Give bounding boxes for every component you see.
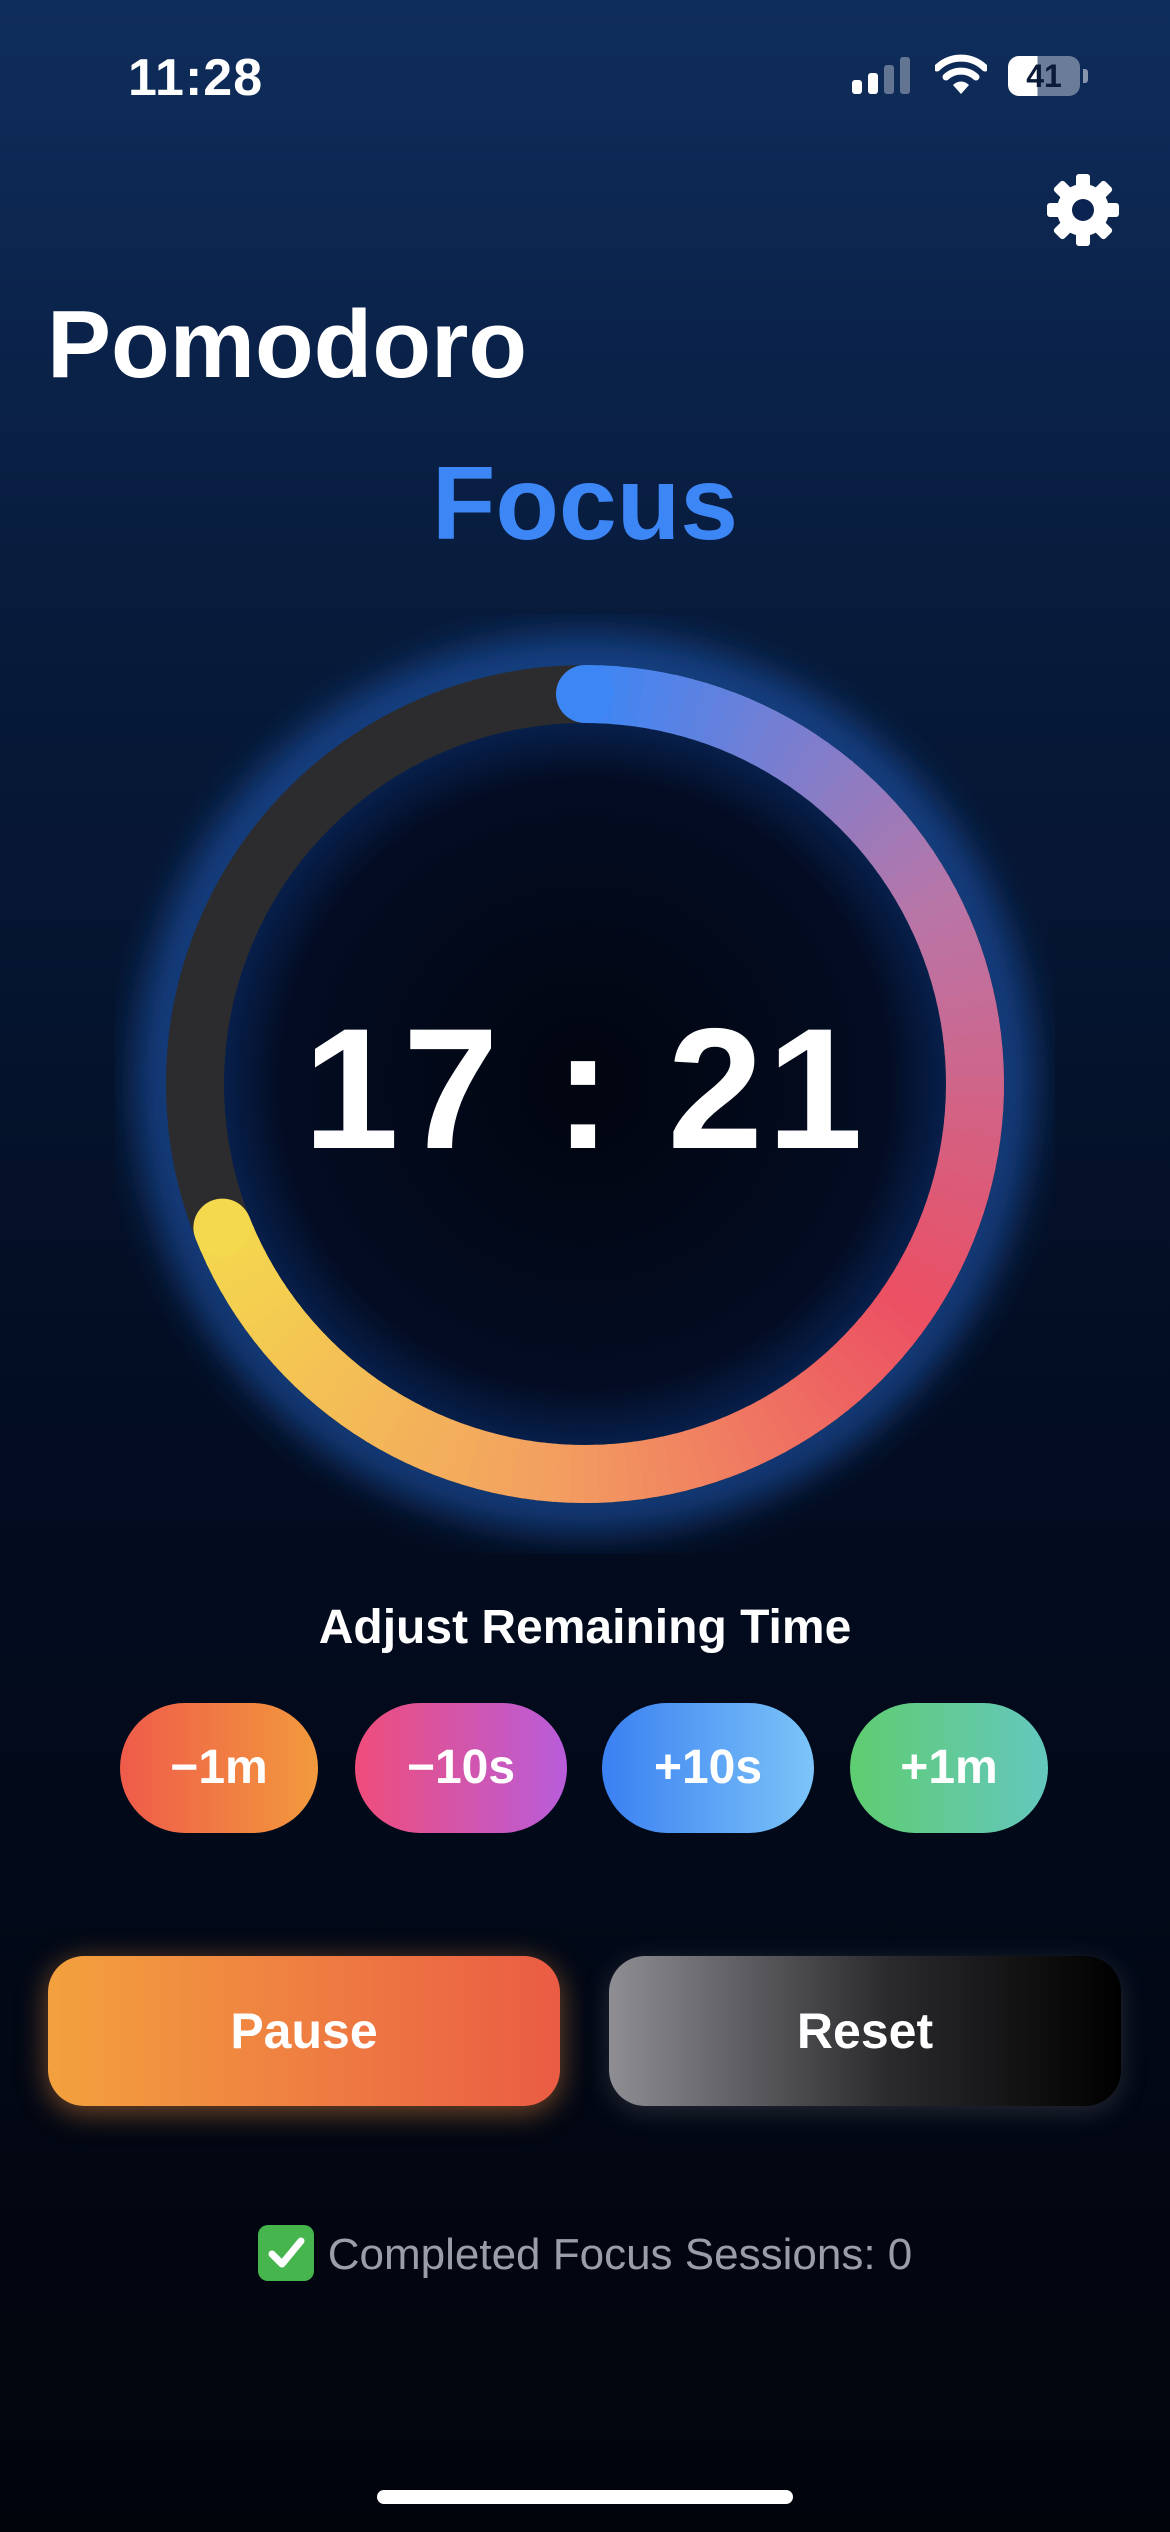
- minus-1-minute-button[interactable]: −1m: [120, 1703, 318, 1833]
- settings-button[interactable]: [1045, 172, 1121, 248]
- pause-button[interactable]: Pause: [48, 1956, 560, 2106]
- status-bar: 11:28 41: [0, 0, 1170, 150]
- timer-display: 17 : 21: [0, 990, 1170, 1188]
- completed-sessions: Completed Focus Sessions: 0: [0, 2225, 1170, 2281]
- mode-label: Focus: [431, 446, 739, 562]
- ring-start-cap: [556, 665, 614, 723]
- signal-icon: [852, 57, 910, 94]
- adjust-time-label: Adjust Remaining Time: [318, 1601, 852, 1654]
- timer-seconds: 21: [667, 993, 867, 1185]
- status-time: 11:28: [128, 49, 264, 107]
- reset-button[interactable]: Reset: [609, 1956, 1121, 2106]
- check-mark-icon: [257, 2225, 314, 2281]
- battery-level: 41: [1026, 58, 1062, 94]
- wifi-icon: [935, 54, 987, 94]
- plus-1-minute-button[interactable]: +1m: [850, 1703, 1048, 1833]
- app-title: Pomodoro: [47, 291, 527, 398]
- minus-10-seconds-button[interactable]: −10s: [355, 1703, 567, 1833]
- battery-icon: 41: [1008, 56, 1088, 98]
- timer-minutes: 17: [303, 993, 503, 1185]
- gear-icon: [1047, 174, 1119, 246]
- timer-separator: :: [502, 993, 668, 1185]
- plus-10-seconds-button[interactable]: +10s: [602, 1703, 814, 1833]
- completed-sessions-text: Completed Focus Sessions: 0: [327, 2230, 913, 2279]
- home-indicator[interactable]: [377, 2490, 793, 2504]
- ring-end-cap: [193, 1198, 252, 1257]
